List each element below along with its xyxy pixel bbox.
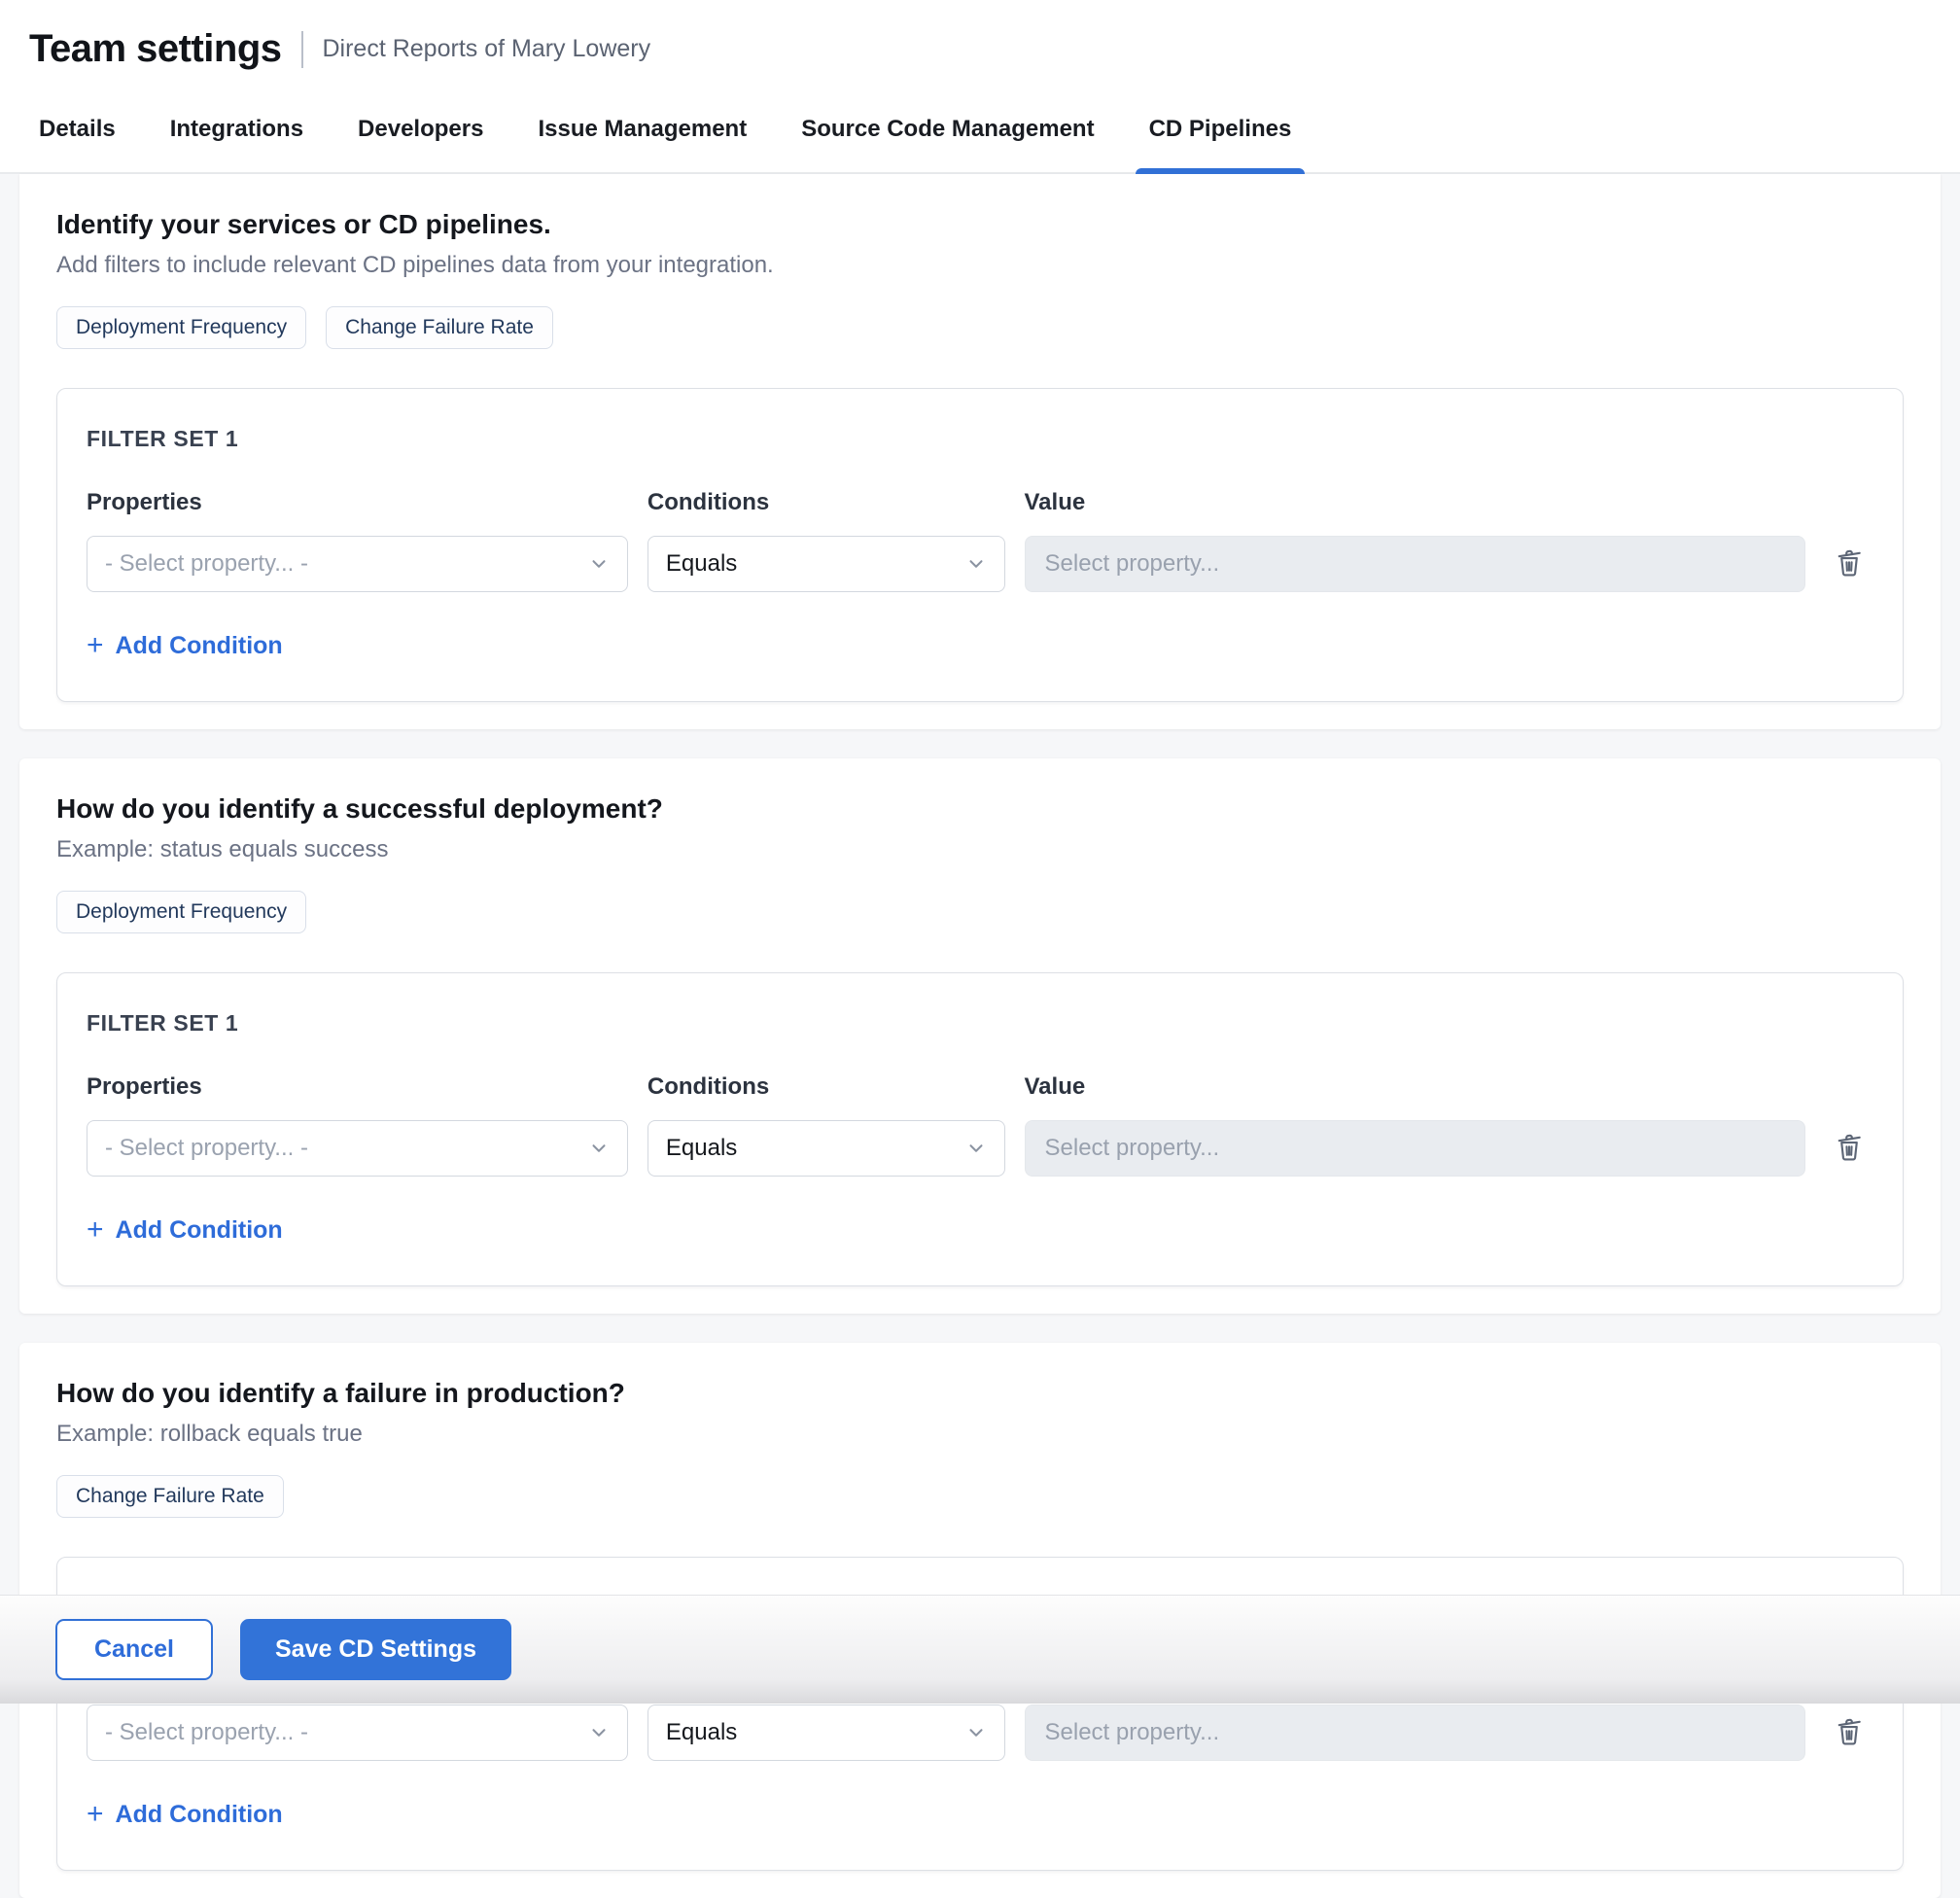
page-title: Team settings xyxy=(29,27,282,71)
plus-icon: + xyxy=(87,1215,104,1245)
condition-select[interactable]: Equals xyxy=(648,1120,1005,1177)
plus-icon: + xyxy=(87,631,104,660)
add-condition-label: Add Condition xyxy=(116,1801,283,1829)
properties-label: Properties xyxy=(87,1073,628,1101)
active-tab-underline xyxy=(1136,168,1306,174)
tab-label: Integrations xyxy=(170,116,303,142)
filter-set-title: FILTER SET 1 xyxy=(87,426,1873,452)
tab-label: Details xyxy=(39,116,116,142)
property-select[interactable]: - Select property... - xyxy=(87,536,628,592)
chevron-down-icon xyxy=(965,1138,987,1159)
value-label: Value xyxy=(1025,1073,1806,1101)
condition-select[interactable]: Equals xyxy=(648,1705,1005,1761)
save-cd-settings-button[interactable]: Save CD Settings xyxy=(240,1619,511,1680)
conditions-label: Conditions xyxy=(648,1073,1005,1101)
property-select-placeholder: - Select property... - xyxy=(105,550,308,578)
tab-developers[interactable]: Developers xyxy=(358,85,483,172)
filter-set-card: FILTER SET 1 Properties Conditions Value… xyxy=(56,972,1904,1286)
trash-icon xyxy=(1833,1715,1866,1748)
chip-change-failure-rate: Change Failure Rate xyxy=(326,306,553,349)
section-heading: How do you identify a successful deploym… xyxy=(56,793,1904,825)
delete-condition-button[interactable] xyxy=(1830,1127,1869,1170)
delete-condition-button[interactable] xyxy=(1830,1711,1869,1754)
section-heading: Identify your services or CD pipelines. xyxy=(56,209,1904,240)
tab-cd-pipelines[interactable]: CD Pipelines xyxy=(1149,85,1292,172)
filter-set-card: FILTER SET 1 Properties Conditions Value… xyxy=(56,388,1904,702)
tab-issue-management[interactable]: Issue Management xyxy=(538,85,747,172)
conditions-label: Conditions xyxy=(648,489,1005,516)
tab-label: Source Code Management xyxy=(801,116,1094,142)
footer-action-bar: Cancel Save CD Settings xyxy=(0,1595,1960,1704)
add-condition-button[interactable]: + Add Condition xyxy=(87,631,283,660)
section-description: Add filters to include relevant CD pipel… xyxy=(56,252,1904,279)
add-condition-label: Add Condition xyxy=(116,1216,283,1245)
chip-deployment-frequency: Deployment Frequency xyxy=(56,891,306,933)
trash-icon xyxy=(1833,546,1866,580)
section-description: Example: status equals success xyxy=(56,836,1904,863)
tab-details[interactable]: Details xyxy=(39,85,116,172)
chevron-down-icon xyxy=(965,1722,987,1743)
condition-select-value: Equals xyxy=(666,1719,737,1746)
section-description: Example: rollback equals true xyxy=(56,1421,1904,1448)
value-input xyxy=(1025,536,1806,592)
tab-integrations[interactable]: Integrations xyxy=(170,85,303,172)
section-heading: How do you identify a failure in product… xyxy=(56,1378,1904,1409)
tab-label: Issue Management xyxy=(538,116,747,142)
filter-grid: Properties Conditions Value - Select pro… xyxy=(87,1073,1873,1177)
add-condition-button[interactable]: + Add Condition xyxy=(87,1215,283,1245)
section-successful-deployment: How do you identify a successful deploym… xyxy=(19,758,1941,1314)
condition-select-value: Equals xyxy=(666,1135,737,1162)
condition-select[interactable]: Equals xyxy=(648,536,1005,592)
tab-label: Developers xyxy=(358,116,483,142)
chevron-down-icon xyxy=(588,553,610,575)
filter-set-title: FILTER SET 1 xyxy=(87,1010,1873,1037)
tab-source-code-management[interactable]: Source Code Management xyxy=(801,85,1094,172)
property-select-placeholder: - Select property... - xyxy=(105,1135,308,1162)
add-condition-button[interactable]: + Add Condition xyxy=(87,1800,283,1829)
metric-chip-row: Deployment Frequency xyxy=(56,891,1904,933)
plus-icon: + xyxy=(87,1800,104,1829)
page-subtitle: Direct Reports of Mary Lowery xyxy=(323,35,651,63)
title-divider xyxy=(301,31,303,68)
property-select-placeholder: - Select property... - xyxy=(105,1719,308,1746)
filter-grid: Properties Conditions Value - Select pro… xyxy=(87,489,1873,592)
property-select[interactable]: - Select property... - xyxy=(87,1705,628,1761)
section-identify-pipelines: Identify your services or CD pipelines. … xyxy=(19,174,1941,729)
trash-icon xyxy=(1833,1131,1866,1164)
condition-select-value: Equals xyxy=(666,550,737,578)
value-label: Value xyxy=(1025,489,1806,516)
chip-deployment-frequency: Deployment Frequency xyxy=(56,306,306,349)
page-header: Team settings Direct Reports of Mary Low… xyxy=(0,0,1960,85)
cancel-button[interactable]: Cancel xyxy=(55,1619,213,1680)
delete-condition-button[interactable] xyxy=(1830,543,1869,585)
properties-label: Properties xyxy=(87,489,628,516)
value-input xyxy=(1025,1120,1806,1177)
value-input xyxy=(1025,1705,1806,1761)
metric-chip-row: Deployment Frequency Change Failure Rate xyxy=(56,306,1904,349)
tab-bar: Details Integrations Developers Issue Ma… xyxy=(0,85,1960,174)
property-select[interactable]: - Select property... - xyxy=(87,1120,628,1177)
chevron-down-icon xyxy=(588,1138,610,1159)
metric-chip-row: Change Failure Rate xyxy=(56,1475,1904,1518)
tab-label: CD Pipelines xyxy=(1149,116,1292,142)
chip-change-failure-rate: Change Failure Rate xyxy=(56,1475,284,1518)
chevron-down-icon xyxy=(588,1722,610,1743)
chevron-down-icon xyxy=(965,553,987,575)
add-condition-label: Add Condition xyxy=(116,632,283,660)
